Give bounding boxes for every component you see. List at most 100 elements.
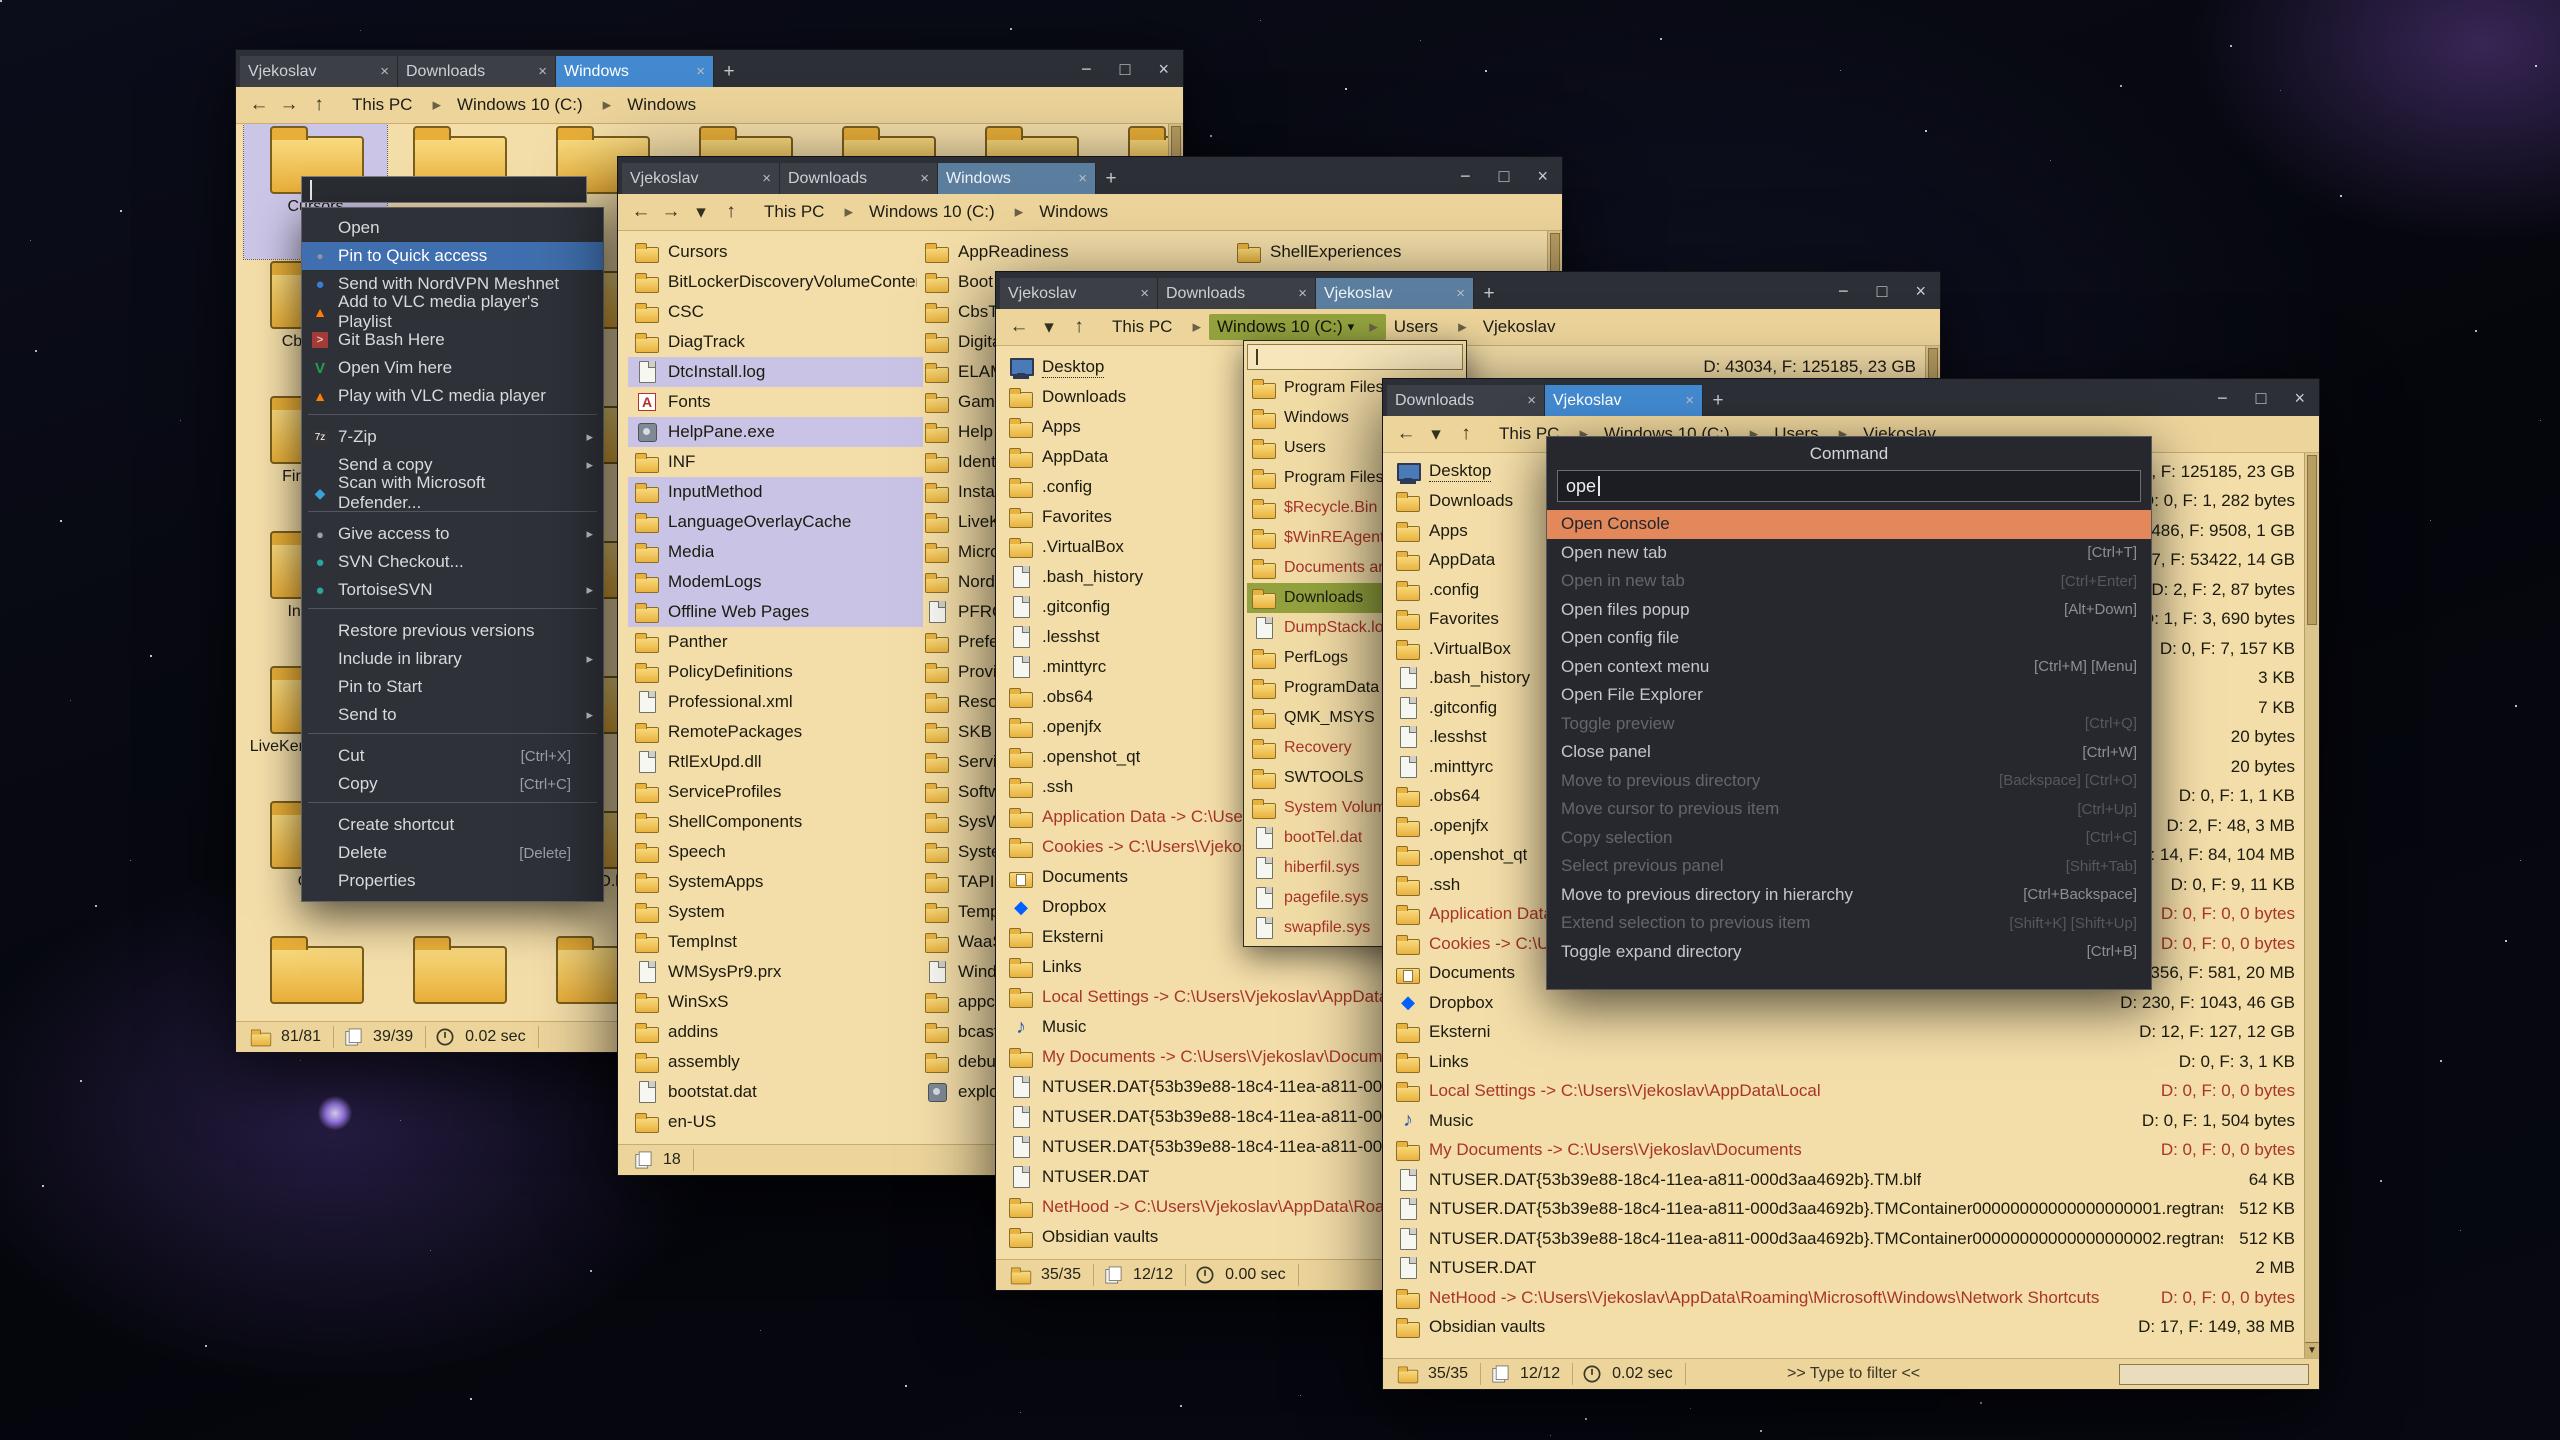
file-row[interactable]: RtlExUpd.dll xyxy=(628,747,923,777)
file-row[interactable]: HelpPane.exe xyxy=(628,417,923,447)
status-filter-field[interactable] xyxy=(2119,1364,2309,1385)
file-row[interactable]: Local Settings -> C:\Users\Vjekoslav\App… xyxy=(1391,1077,2299,1107)
file-row[interactable]: NTUSER.DAT 2 MB xyxy=(1391,1254,2299,1284)
tab[interactable]: Windows × xyxy=(938,163,1096,194)
context-menu-item[interactable]: Scan with Microsoft Defender... xyxy=(302,479,603,507)
file-row[interactable]: Cursors xyxy=(628,237,923,267)
file-row[interactable]: NTUSER.DAT{53b39e88-18c4-11ea-a811-000d3… xyxy=(1391,1195,2299,1225)
tab-close-icon[interactable]: × xyxy=(920,170,929,187)
up-icon[interactable]: ↑ xyxy=(718,201,744,223)
tab-close-icon[interactable]: × xyxy=(1078,170,1087,187)
file-row[interactable]: Links D: 0, F: 3, 1 KB xyxy=(1391,1047,2299,1077)
breadcrumb-item[interactable]: Windows xyxy=(619,92,709,118)
file-row[interactable]: TempInst xyxy=(628,927,923,957)
minimize-button[interactable]: − xyxy=(1460,167,1471,185)
tab[interactable]: Windows × xyxy=(556,56,714,87)
context-menu-item[interactable]: Copy [Ctrl+C] xyxy=(302,770,603,798)
command-item[interactable]: Open File Explorer xyxy=(1547,681,2151,710)
file-row[interactable]: BitLockerDiscoveryVolumeContents xyxy=(628,267,923,297)
file-row[interactable]: Media xyxy=(628,537,923,567)
command-item[interactable]: Open context menu [Ctrl+M] [Menu] xyxy=(1547,653,2151,682)
file-row[interactable]: Speech xyxy=(628,837,923,867)
context-menu-item[interactable]: Play with VLC media player xyxy=(302,382,603,410)
breadcrumb-item[interactable]: Windows xyxy=(1031,199,1121,225)
file-row[interactable]: My Documents -> C:\Users\Vjekoslav\Docum… xyxy=(1391,1136,2299,1166)
tab-close-icon[interactable]: × xyxy=(538,63,547,80)
command-palette-input[interactable]: ope xyxy=(1557,470,2141,502)
file-row[interactable]: Panther xyxy=(628,627,923,657)
tab[interactable]: Vjekoslav × xyxy=(1000,278,1158,309)
file-row[interactable]: DtcInstall.log xyxy=(628,357,923,387)
tab-close-icon[interactable]: × xyxy=(1140,285,1149,302)
breadcrumb-item[interactable]: Vjekoslav xyxy=(1475,314,1569,340)
context-menu-item[interactable]: Add to VLC media player's Playlist xyxy=(302,298,603,326)
file-row[interactable]: LanguageOverlayCache xyxy=(628,507,923,537)
tab-close-icon[interactable]: × xyxy=(696,63,705,80)
grid-item[interactable] xyxy=(244,934,387,1021)
maximize-button[interactable]: □ xyxy=(1499,167,1510,185)
titlebar[interactable]: Vjekoslav × Downloads × Windows × + − □ … xyxy=(618,157,1562,194)
breadcrumb-item[interactable]: This PC xyxy=(756,199,861,225)
command-item[interactable]: Open Console xyxy=(1547,510,2151,539)
maximize-button[interactable]: □ xyxy=(1120,60,1131,78)
file-row[interactable]: RemotePackages xyxy=(628,717,923,747)
context-menu-item[interactable]: Open Vim here xyxy=(302,354,603,382)
file-row[interactable]: CSC xyxy=(628,297,923,327)
new-tab-button[interactable]: + xyxy=(1096,163,1126,194)
tab[interactable]: Downloads × xyxy=(780,163,938,194)
file-row[interactable]: WinSxS xyxy=(628,987,923,1017)
file-row[interactable]: Music D: 0, F: 1, 504 bytes xyxy=(1391,1106,2299,1136)
tab[interactable]: Downloads × xyxy=(1158,278,1316,309)
command-item[interactable]: Move to previous directory in hierarchy … xyxy=(1547,881,2151,910)
breadcrumb-item[interactable]: This PC xyxy=(344,92,449,118)
file-row[interactable]: ServiceProfiles xyxy=(628,777,923,807)
titlebar[interactable]: Vjekoslav × Downloads × Vjekoslav × + − … xyxy=(996,272,1940,309)
file-row[interactable]: InputMethod xyxy=(628,477,923,507)
command-item[interactable]: Open config file xyxy=(1547,624,2151,653)
minimize-button[interactable]: − xyxy=(1081,60,1092,78)
context-menu-item[interactable]: Pin to Quick access xyxy=(302,242,603,270)
context-menu-item[interactable]: Delete [Delete] xyxy=(302,839,603,867)
close-button[interactable]: × xyxy=(1915,282,1926,300)
scrollbar-thumb[interactable] xyxy=(2307,455,2317,625)
new-tab-button[interactable]: + xyxy=(714,56,744,87)
tab-close-icon[interactable]: × xyxy=(1527,392,1536,409)
file-row[interactable]: Obsidian vaults D: 17, F: 149, 38 MB xyxy=(1391,1313,2299,1343)
context-menu-item[interactable]: Give access to ▸ xyxy=(302,520,603,548)
breadcrumb-item[interactable]: This PC xyxy=(1104,314,1209,340)
chevron-down-icon[interactable]: ▾ xyxy=(1036,316,1062,339)
context-menu-item[interactable] xyxy=(302,733,603,742)
up-icon[interactable]: ↑ xyxy=(1066,316,1092,338)
context-menu-item[interactable]: Cut [Ctrl+X] xyxy=(302,742,603,770)
context-menu-item[interactable]: Open xyxy=(302,214,603,242)
context-menu-item[interactable]: SVN Checkout... xyxy=(302,548,603,576)
close-button[interactable]: × xyxy=(2294,389,2305,407)
tab[interactable]: Downloads × xyxy=(1387,385,1545,416)
up-icon[interactable]: ↑ xyxy=(1453,423,1479,445)
file-row[interactable]: Eksterni D: 12, F: 127, 12 GB xyxy=(1391,1018,2299,1048)
context-menu-item[interactable] xyxy=(302,414,603,423)
context-menu-item[interactable]: Properties xyxy=(302,867,603,895)
tab[interactable]: Vjekoslav × xyxy=(622,163,780,194)
command-item[interactable]: Copy selection [Ctrl+C] xyxy=(1547,824,2151,853)
breadcrumb-item[interactable]: Users xyxy=(1386,314,1475,340)
minimize-button[interactable]: − xyxy=(2217,389,2228,407)
file-row[interactable]: WMSysPr9.prx xyxy=(628,957,923,987)
context-menu-item[interactable] xyxy=(302,802,603,811)
command-item[interactable]: Close panel [Ctrl+W] xyxy=(1547,738,2151,767)
context-menu-item[interactable]: Pin to Start xyxy=(302,673,603,701)
breadcrumb-item[interactable]: Windows 10 (C:) ▾ xyxy=(1209,314,1386,340)
context-menu-item[interactable]: 7-Zip ▸ xyxy=(302,423,603,451)
new-tab-button[interactable]: + xyxy=(1474,278,1504,309)
back-icon[interactable]: ← xyxy=(1006,316,1032,338)
command-item[interactable]: Toggle expand directory [Ctrl+B] xyxy=(1547,938,2151,967)
tab-close-icon[interactable]: × xyxy=(1298,285,1307,302)
tab-close-icon[interactable]: × xyxy=(762,170,771,187)
file-row[interactable]: INF xyxy=(628,447,923,477)
file-row[interactable]: ShellExperiences xyxy=(1230,237,1525,267)
maximize-button[interactable]: □ xyxy=(2256,389,2267,407)
close-button[interactable]: × xyxy=(1537,167,1548,185)
context-menu-item[interactable]: Include in library ▸ xyxy=(302,645,603,673)
file-row[interactable]: Professional.xml xyxy=(628,687,923,717)
breadcrumb-item[interactable]: Windows 10 (C:) xyxy=(449,92,619,118)
